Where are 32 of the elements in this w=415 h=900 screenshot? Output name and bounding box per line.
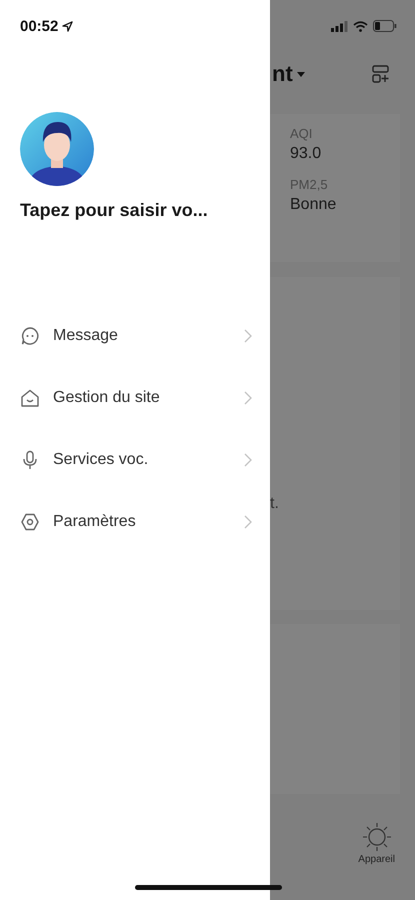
- battery-icon: [373, 20, 397, 32]
- menu-item[interactable]: Gestion du site: [20, 367, 270, 429]
- wifi-icon: [353, 20, 368, 32]
- menu-label: Paramètres: [53, 513, 137, 531]
- status-time: 00:52: [20, 18, 58, 34]
- location-arrow-icon: [62, 20, 74, 32]
- sun-icon: [362, 822, 392, 852]
- metric-value: Bonne: [290, 196, 338, 214]
- house-icon: [20, 388, 40, 408]
- settings-icon: [20, 512, 40, 532]
- menu-item[interactable]: Paramètres: [20, 491, 270, 553]
- profile-name-prompt[interactable]: Tapez pour saisir vo...: [20, 200, 270, 221]
- chevron-right-icon: [244, 391, 252, 405]
- menu-label: Gestion du site: [53, 389, 161, 407]
- menu-item[interactable]: Services voc.: [20, 429, 270, 491]
- menu-item[interactable]: Message: [20, 305, 270, 367]
- chat-bubble-icon: [20, 326, 40, 346]
- menu-label: Message: [53, 327, 119, 345]
- dropdown-caret-icon: [296, 72, 305, 76]
- page-title: nt: [272, 61, 293, 87]
- metric-label: AQI: [290, 126, 314, 141]
- signal-icon: [331, 20, 348, 32]
- metric-label: PM2,5: [290, 177, 329, 192]
- device-tab[interactable]: Appareil: [358, 822, 395, 865]
- add-device-icon: [372, 65, 390, 83]
- metric-value: 93.0: [290, 145, 322, 163]
- menu-label: Services voc.: [53, 451, 150, 469]
- chevron-right-icon: [244, 329, 252, 343]
- card-text: t.: [270, 495, 279, 512]
- chevron-right-icon: [244, 515, 252, 529]
- avatar-icon[interactable]: [20, 112, 94, 186]
- chevron-right-icon: [244, 453, 252, 467]
